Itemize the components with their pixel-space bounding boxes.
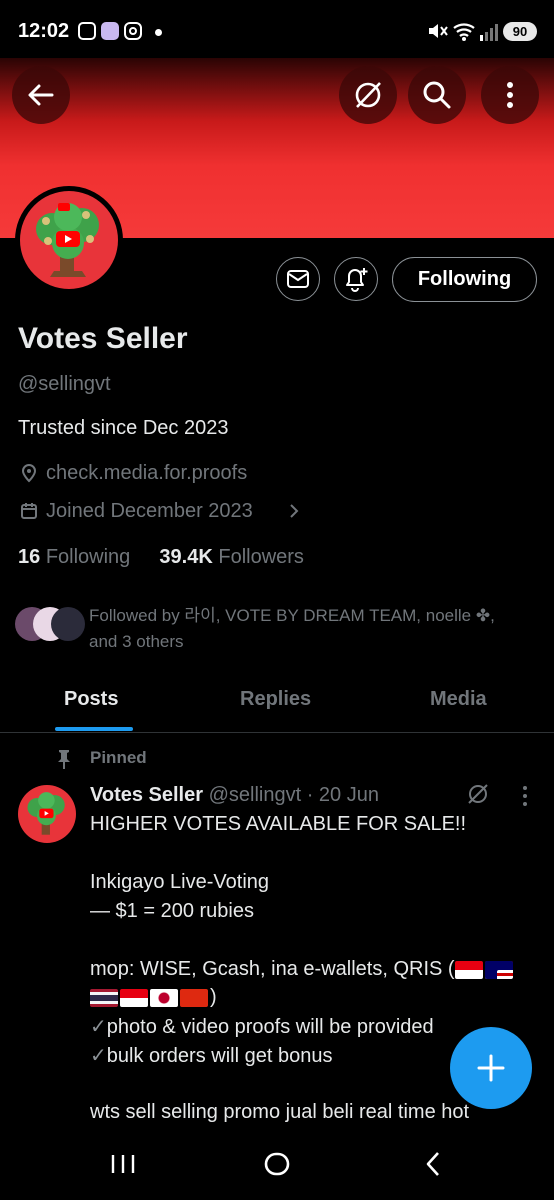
post-text-line: wts sell selling promo jual beli real ti…: [90, 1101, 470, 1123]
following-button[interactable]: Following: [392, 257, 537, 302]
home-icon[interactable]: [263, 1151, 291, 1177]
followed-by-text[interactable]: Followed by 라이, VOTE BY DREAM TEAM, noel…: [89, 603, 549, 655]
profile-joined[interactable]: Joined December 2023: [46, 500, 253, 523]
indonesia-flag-icon: [120, 988, 148, 1007]
post-text-line: Inkigayo Live-Voting: [90, 871, 270, 893]
check-mark-icon: ✓: [90, 1016, 107, 1038]
thailand-flag-icon: [90, 988, 118, 1007]
tab-media[interactable]: Media: [430, 688, 487, 711]
follower-avatar: [51, 607, 85, 641]
battery-indicator: 90: [503, 22, 537, 41]
back-icon[interactable]: [424, 1151, 442, 1177]
mail-icon: [287, 270, 309, 288]
active-tab-indicator: [55, 727, 133, 731]
message-button[interactable]: [276, 257, 320, 301]
more-button[interactable]: [481, 66, 539, 124]
screenshot-icon: [78, 22, 96, 40]
profile-avatar[interactable]: [15, 186, 123, 294]
location-icon: [21, 464, 37, 483]
indonesia-flag-icon: [454, 960, 483, 979]
status-time: 12:02: [18, 20, 70, 42]
profile-stats: 16 Following 39.4K Followers: [18, 546, 304, 569]
grok-button[interactable]: [339, 66, 397, 124]
followers-stat[interactable]: 39.4K Followers: [159, 546, 304, 568]
post-text-line: — $1 = 200 rubies: [90, 900, 254, 922]
post-avatar[interactable]: [18, 785, 76, 843]
post-text-line: mop: WISE, Gcash, ina e-wallets, QRIS (: [90, 958, 515, 981]
check-mark-icon: ✓: [90, 1045, 107, 1067]
instagram-icon: [124, 22, 142, 40]
mute-icon: [429, 24, 448, 38]
post-more-icon[interactable]: [521, 785, 529, 807]
search-icon: [423, 81, 451, 109]
more-vertical-icon: [507, 82, 513, 108]
grok-icon[interactable]: [466, 782, 490, 806]
app-icon: [101, 22, 119, 40]
status-bar: 12:02 90: [0, 0, 554, 58]
compose-button[interactable]: [450, 1027, 532, 1109]
recent-apps-icon[interactable]: [110, 1153, 136, 1175]
money-tree-logo: [20, 191, 118, 289]
grok-icon: [355, 82, 381, 108]
chevron-right-icon[interactable]: [288, 503, 300, 519]
post-text-line: ✓bulk orders will get bonus: [90, 1045, 333, 1067]
profile-location[interactable]: check.media.for.proofs: [46, 462, 247, 485]
post-header: Votes Seller @sellingvt · 20 Jun: [90, 784, 379, 807]
following-stat[interactable]: 16 Following: [18, 546, 130, 568]
notifications-button[interactable]: [334, 257, 378, 301]
post-meta: @sellingvt · 20 Jun: [208, 784, 379, 806]
back-arrow-icon: [28, 84, 54, 106]
system-nav-bar: [0, 1125, 554, 1200]
wifi-icon: [453, 23, 475, 41]
calendar-icon: [21, 503, 37, 519]
post-text-line: ): [90, 986, 217, 1009]
profile-bio: Trusted since Dec 2023: [18, 417, 229, 439]
follower-avatars[interactable]: [15, 607, 85, 643]
post-author[interactable]: Votes Seller: [90, 784, 203, 806]
tabs-divider: [0, 732, 554, 733]
search-button[interactable]: [408, 66, 466, 124]
tab-posts[interactable]: Posts: [64, 688, 118, 711]
pin-icon: [58, 750, 70, 769]
profile-name: Votes Seller: [18, 322, 188, 355]
back-button[interactable]: [12, 66, 70, 124]
bell-plus-icon: [346, 268, 368, 292]
tab-replies[interactable]: Replies: [240, 688, 311, 711]
china-flag-icon: [180, 988, 208, 1007]
pinned-label: Pinned: [90, 748, 147, 767]
malaysia-flag-icon: [484, 960, 513, 979]
profile-handle: @sellingvt: [18, 373, 111, 395]
plus-icon: [477, 1054, 505, 1082]
post-text-line: HIGHER VOTES AVAILABLE FOR SALE!!: [90, 813, 467, 835]
japan-flag-icon: [150, 988, 178, 1007]
notification-dot: [155, 29, 162, 36]
signal-icon: [480, 24, 498, 41]
post-text-line: ✓photo & video proofs will be provided: [90, 1016, 434, 1038]
